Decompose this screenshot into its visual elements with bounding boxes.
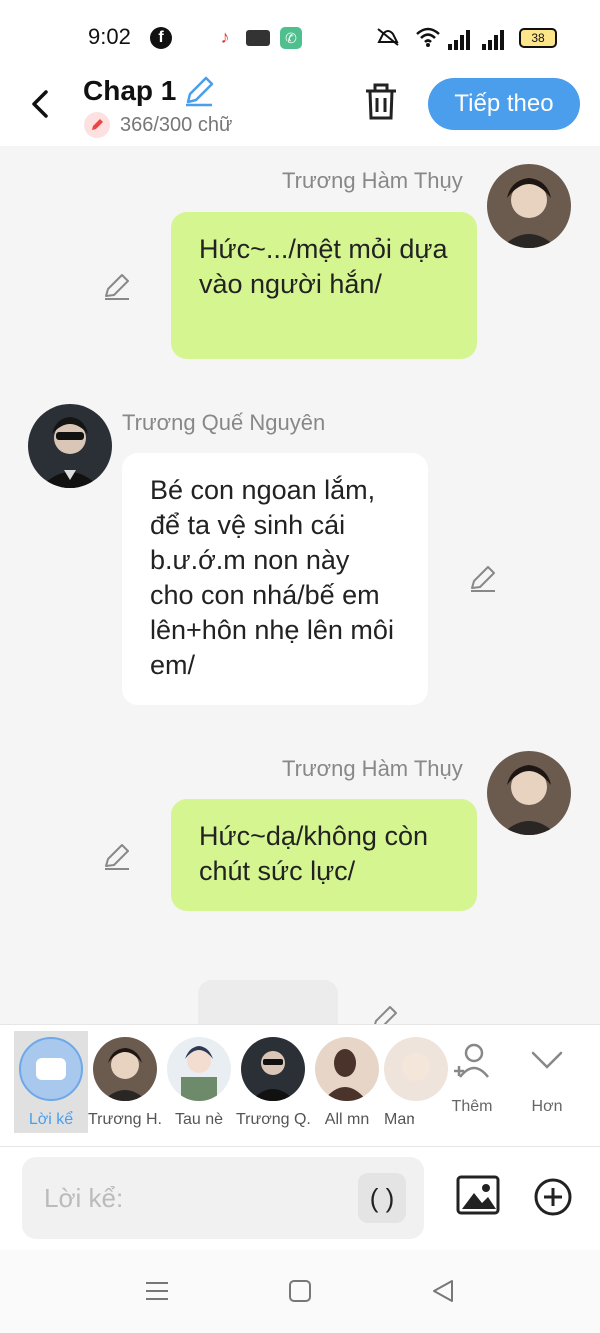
system-nav-bar <box>0 1250 600 1333</box>
character-item[interactable]: All mn <box>310 1033 384 1129</box>
edit-title-icon[interactable] <box>182 74 216 108</box>
chapter-title: Chap 1 <box>83 75 177 106</box>
character-label: Tau nè <box>174 1111 224 1128</box>
character-narrator[interactable]: Lời kể <box>14 1033 88 1129</box>
edit-message-icon[interactable] <box>102 272 132 302</box>
menu-icon[interactable] <box>142 1276 172 1306</box>
battery-indicator: 38 <box>519 28 557 48</box>
character-label: Trương H... <box>88 1111 162 1128</box>
add-user-icon <box>454 1043 489 1078</box>
more-label: Hơn <box>531 1098 563 1115</box>
avatar <box>93 1037 157 1101</box>
facebook-icon: f <box>150 27 172 49</box>
character-item[interactable]: Mam <box>384 1033 448 1129</box>
status-time: 9:02 <box>88 24 131 49</box>
tiktok-icon: ♪ <box>220 26 230 47</box>
input-bar: Lời kể: ( ) <box>0 1146 600 1250</box>
edit-message-icon[interactable] <box>370 1004 400 1024</box>
action-parentheses-button[interactable]: ( ) <box>358 1173 406 1223</box>
editor-header: Chap 1 366/300 chữ Tiếp theo <box>0 72 600 146</box>
word-count-pencil-icon <box>84 112 110 138</box>
home-icon[interactable] <box>285 1276 315 1306</box>
sender-name: Trương Hàm Thụy <box>282 168 463 193</box>
sender-name: Trương Hàm Thụy <box>282 756 463 781</box>
character-item[interactable]: Trương H... <box>88 1033 162 1129</box>
next-button[interactable]: Tiếp theo <box>428 78 580 130</box>
sender-name: Trương Quế Nguyên <box>122 410 326 435</box>
avatar[interactable] <box>28 404 112 488</box>
character-label: All mn <box>324 1111 370 1128</box>
avatar[interactable] <box>487 751 571 835</box>
avatar <box>241 1037 305 1101</box>
edit-message-icon[interactable] <box>102 842 132 872</box>
chevron-down-icon <box>531 1051 563 1069</box>
character-selector: Lời kể Trương H... Tau nè Trương Q... Al… <box>0 1024 600 1146</box>
character-label: Lời kể <box>28 1111 74 1128</box>
word-count: 366/300 chữ <box>120 114 233 136</box>
message-bubble-partial[interactable] <box>198 980 338 1024</box>
avatar <box>167 1037 231 1101</box>
character-label: Mam <box>384 1111 414 1128</box>
plus-icon[interactable] <box>533 1177 573 1217</box>
wifi-icon <box>414 24 442 50</box>
mute-icon <box>374 24 402 50</box>
input-placeholder: Lời kể: <box>44 1183 124 1213</box>
back-icon[interactable] <box>26 84 58 124</box>
image-icon[interactable] <box>456 1175 500 1215</box>
avatar <box>315 1037 379 1101</box>
phone-app-icon: ✆ <box>280 27 302 49</box>
character-label: Trương Q... <box>236 1111 310 1128</box>
message-bubble[interactable]: Bé con ngoan lắm, để ta vệ sinh cái b.ư.… <box>122 453 428 705</box>
message-bubble[interactable]: Hức~.../mệt mỏi dựa vào người hắn/ <box>171 212 477 359</box>
keyboard-icon <box>246 30 270 46</box>
message-input[interactable]: Lời kể: ( ) <box>22 1157 424 1239</box>
avatar[interactable] <box>487 164 571 248</box>
more-button[interactable]: Hơn <box>511 1039 583 1116</box>
back-nav-icon[interactable] <box>428 1276 458 1306</box>
signal-icon-2 <box>482 28 506 50</box>
status-bar: 9:02 f ♪ ✆ 38 <box>0 0 600 72</box>
edit-message-icon[interactable] <box>468 564 498 594</box>
add-label: Thêm <box>451 1098 493 1115</box>
signal-icon <box>448 28 472 50</box>
message-bubble[interactable]: Hức~dạ/không còn chút sức lực/ <box>171 799 477 911</box>
add-character-button[interactable]: Thêm <box>436 1039 508 1116</box>
narrator-icon <box>19 1037 83 1101</box>
chat-area: Trương Hàm Thụy Hức~.../mệt mỏi dựa vào … <box>0 146 600 1024</box>
trash-icon[interactable] <box>362 82 400 122</box>
character-item[interactable]: Tau nè <box>162 1033 236 1129</box>
character-item[interactable]: Trương Q... <box>236 1033 310 1129</box>
